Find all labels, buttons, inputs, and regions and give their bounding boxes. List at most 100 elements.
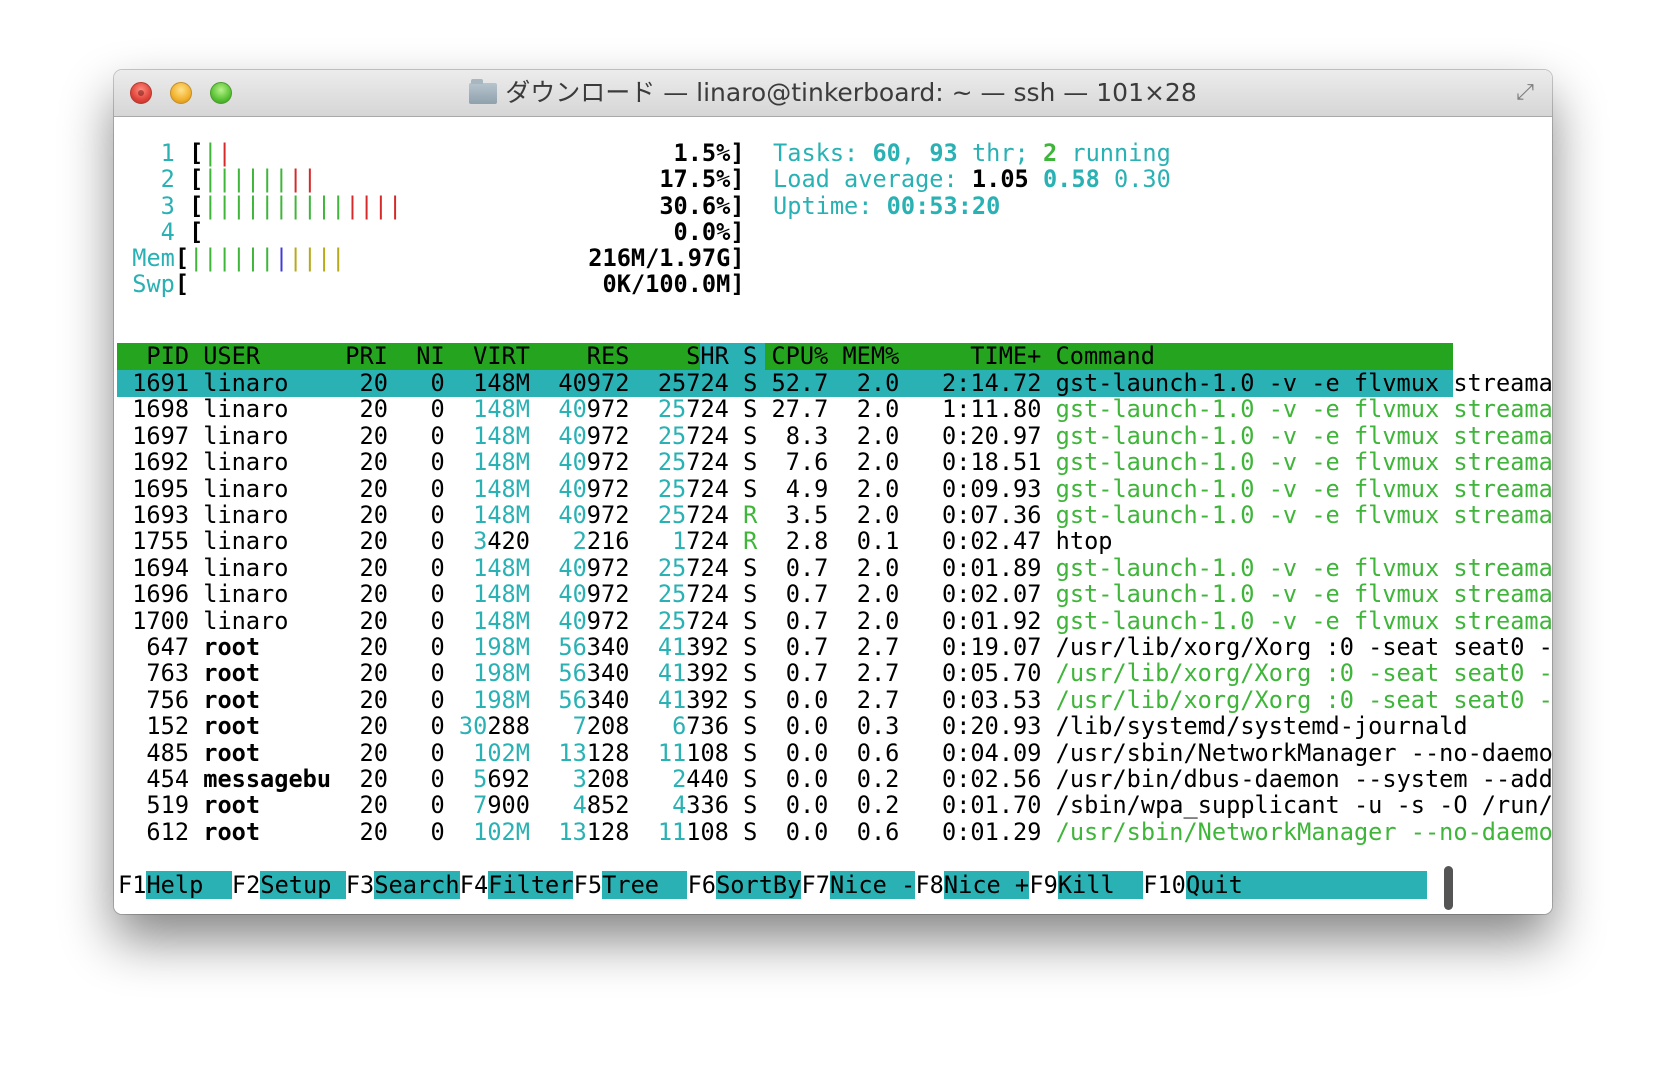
cell-time: 0:03.53 bbox=[913, 685, 1056, 714]
cell-virt-units: 900 bbox=[487, 791, 530, 820]
fkey-f1-label[interactable]: Help bbox=[146, 871, 232, 899]
cell-pri-ni: 20 0 bbox=[331, 395, 459, 424]
cell-res-thousands: 56 bbox=[544, 685, 587, 714]
cell-virt: 148M bbox=[458, 369, 530, 397]
cell-virt: 148M bbox=[458, 474, 530, 503]
table-row[interactable]: 1755 linaro 20 0 3420 2216 1724 R 2.8 0.… bbox=[118, 527, 1112, 555]
cell-virt: 148M bbox=[458, 421, 530, 450]
sp bbox=[629, 712, 643, 740]
table-row[interactable]: 1700 linaro 20 0 148M 40972 25724 S 0.7 … bbox=[118, 607, 1552, 635]
cell-res-units: 972 bbox=[586, 553, 630, 582]
cell-shr-thousands: 41 bbox=[643, 685, 687, 714]
cell-res-units: 972 bbox=[586, 395, 630, 424]
cell-time: 0:04.09 bbox=[913, 738, 1056, 767]
sp bbox=[629, 448, 643, 476]
table-row[interactable]: 1691 linaro 20 0 148M 40972 25724 S 52.7… bbox=[118, 369, 1552, 397]
cell-res-thousands: 2 bbox=[544, 527, 587, 556]
cell-shr-thousands: 25 bbox=[643, 606, 687, 635]
fkey-f6-label[interactable]: SortBy bbox=[716, 871, 802, 899]
cell-pri-ni: 20 0 bbox=[331, 527, 459, 556]
cell-command: htop bbox=[1055, 527, 1113, 556]
cell-shr-thousands: 25 bbox=[643, 474, 687, 503]
table-row[interactable]: 1696 linaro 20 0 148M 40972 25724 S 0.7 … bbox=[118, 580, 1552, 608]
table-row[interactable]: 612 root 20 0 102M 13128 11108 S 0.0 0.6… bbox=[118, 818, 1552, 846]
cell-command: /usr/sbin/NetworkManager --no-daemon bbox=[1055, 817, 1552, 846]
fkey-f3-label[interactable]: Search bbox=[374, 871, 460, 899]
sp bbox=[1100, 165, 1114, 193]
cell-command: /sbin/wpa_supplicant -u -s -O /run/wpa bbox=[1055, 791, 1552, 820]
cell-virt-units: 692 bbox=[487, 765, 530, 793]
fkey-f10-label[interactable]: Quit bbox=[1186, 871, 1428, 899]
cell-pid: 1696 bbox=[118, 580, 204, 609]
title-bar[interactable]: ダウンロード — linaro@tinkerboard: ~ — ssh — 1… bbox=[114, 70, 1552, 117]
cell-state: S bbox=[743, 712, 758, 741]
cell-virt-thousands: 3 bbox=[458, 527, 488, 556]
cell-pri-ni: 20 0 bbox=[331, 474, 459, 503]
cell-res-thousands: 40 bbox=[544, 580, 587, 609]
sp bbox=[629, 369, 643, 397]
table-row[interactable]: 647 root 20 0 198M 56340 41392 S 0.7 2.7… bbox=[118, 633, 1552, 661]
cell-virt-thousands: 7 bbox=[458, 791, 488, 820]
cell-shr-units: 392 bbox=[686, 685, 729, 714]
fkey-f5-label[interactable]: Tree bbox=[602, 871, 688, 899]
table-row[interactable]: 1692 linaro 20 0 148M 40972 25724 S 7.6 … bbox=[118, 448, 1552, 476]
cell-shr-units: 724 bbox=[686, 553, 729, 582]
cell-res-thousands: 56 bbox=[544, 659, 587, 688]
cell-res-units: 340 bbox=[586, 633, 630, 661]
cell-res-units: 972 bbox=[586, 501, 630, 529]
fkey-f7-label[interactable]: Nice - bbox=[830, 871, 916, 899]
cell-state: S bbox=[743, 474, 758, 503]
table-row[interactable]: 763 root 20 0 198M 56340 41392 S 0.7 2.7… bbox=[118, 659, 1552, 687]
cell-virt: 102M bbox=[458, 817, 530, 846]
scrollbar[interactable] bbox=[1444, 866, 1453, 910]
terminal-content[interactable]: 1 [|| 1.5%] 2 [|||||||| 17.5%] 3 [||||||||… bbox=[114, 117, 1552, 914]
fullscreen-icon[interactable]: ⤢ bbox=[1512, 80, 1538, 106]
cell-cpu-mem: 27.7 2.0 bbox=[757, 395, 914, 424]
fkey-f4-label[interactable]: Filter bbox=[488, 871, 574, 899]
cell-res-thousands: 40 bbox=[544, 474, 587, 503]
table-row[interactable]: 756 root 20 0 198M 56340 41392 S 0.0 2.7… bbox=[118, 686, 1552, 714]
cell-pid: 1692 bbox=[118, 448, 204, 477]
table-row[interactable]: 1693 linaro 20 0 148M 40972 25724 R 3.5 … bbox=[118, 501, 1552, 529]
table-row[interactable]: 1697 linaro 20 0 148M 40972 25724 S 8.3 … bbox=[118, 422, 1552, 450]
cell-state: R bbox=[743, 501, 758, 529]
table-row[interactable]: 152 root 20 0 30288 7208 6736 S 0.0 0.3 … bbox=[118, 712, 1467, 741]
fkey-f9-label[interactable]: Kill bbox=[1057, 871, 1144, 899]
table-header-labels: PID USER PRI NI VIRT RES SHR S CPU% MEM%… bbox=[118, 342, 1155, 370]
load-1: 1.05 bbox=[971, 165, 1029, 193]
table-row[interactable]: 485 root 20 0 102M 13128 11108 S 0.0 0.6… bbox=[118, 739, 1552, 767]
window-title-container: ダウンロード — linaro@tinkerboard: ~ — ssh — 1… bbox=[114, 70, 1552, 116]
cell-pid: 454 bbox=[118, 765, 204, 793]
cell-pri-ni: 20 0 bbox=[331, 580, 459, 609]
sp bbox=[729, 475, 743, 503]
cell-cpu-mem: 0.7 2.0 bbox=[757, 606, 914, 635]
cell-time: 0:07.36 bbox=[913, 501, 1056, 529]
cell-virt: 102M bbox=[458, 738, 530, 767]
cell-pri-ni: 20 0 bbox=[331, 633, 459, 661]
cell-res-thousands: 40 bbox=[544, 606, 587, 635]
cell-cpu-mem: 8.3 2.0 bbox=[757, 421, 914, 450]
table-row[interactable]: 1698 linaro 20 0 148M 40972 25724 S 27.7… bbox=[118, 395, 1552, 423]
table-row[interactable]: 1694 linaro 20 0 148M 40972 25724 S 0.7 … bbox=[118, 554, 1552, 582]
cell-shr-units: 724 bbox=[686, 474, 729, 503]
sp bbox=[729, 607, 743, 635]
table-row[interactable]: 454 messagebu 20 0 5692 3208 2440 S 0.0 … bbox=[118, 765, 1552, 793]
table-row[interactable]: 1695 linaro 20 0 148M 40972 25724 S 4.9 … bbox=[118, 475, 1552, 503]
meter-value-line: 1.5%] bbox=[114, 139, 745, 167]
cell-res-units: 208 bbox=[586, 765, 630, 793]
cell-shr: 25724 bbox=[643, 369, 729, 397]
cell-state: S bbox=[743, 369, 758, 397]
meter-value-line: 0.0%] bbox=[114, 218, 745, 246]
cell-cpu-mem: 0.0 0.3 bbox=[757, 712, 914, 741]
meter-value: 1.5%] bbox=[673, 139, 745, 167]
fkey-f8-label[interactable]: Nice + bbox=[943, 871, 1030, 899]
cell-pid: 756 bbox=[118, 685, 204, 714]
fkey-f2-label[interactable]: Setup bbox=[260, 871, 346, 899]
cell-state: S bbox=[743, 738, 758, 767]
cell-cpu-mem: 0.0 0.2 bbox=[757, 791, 914, 820]
cell-user: root bbox=[203, 685, 332, 714]
cell-res-units: 972 bbox=[586, 474, 630, 503]
sp bbox=[729, 633, 743, 661]
cell-user: linaro bbox=[203, 474, 332, 503]
table-row[interactable]: 519 root 20 0 7900 4852 4336 S 0.0 0.2 0… bbox=[118, 791, 1552, 819]
